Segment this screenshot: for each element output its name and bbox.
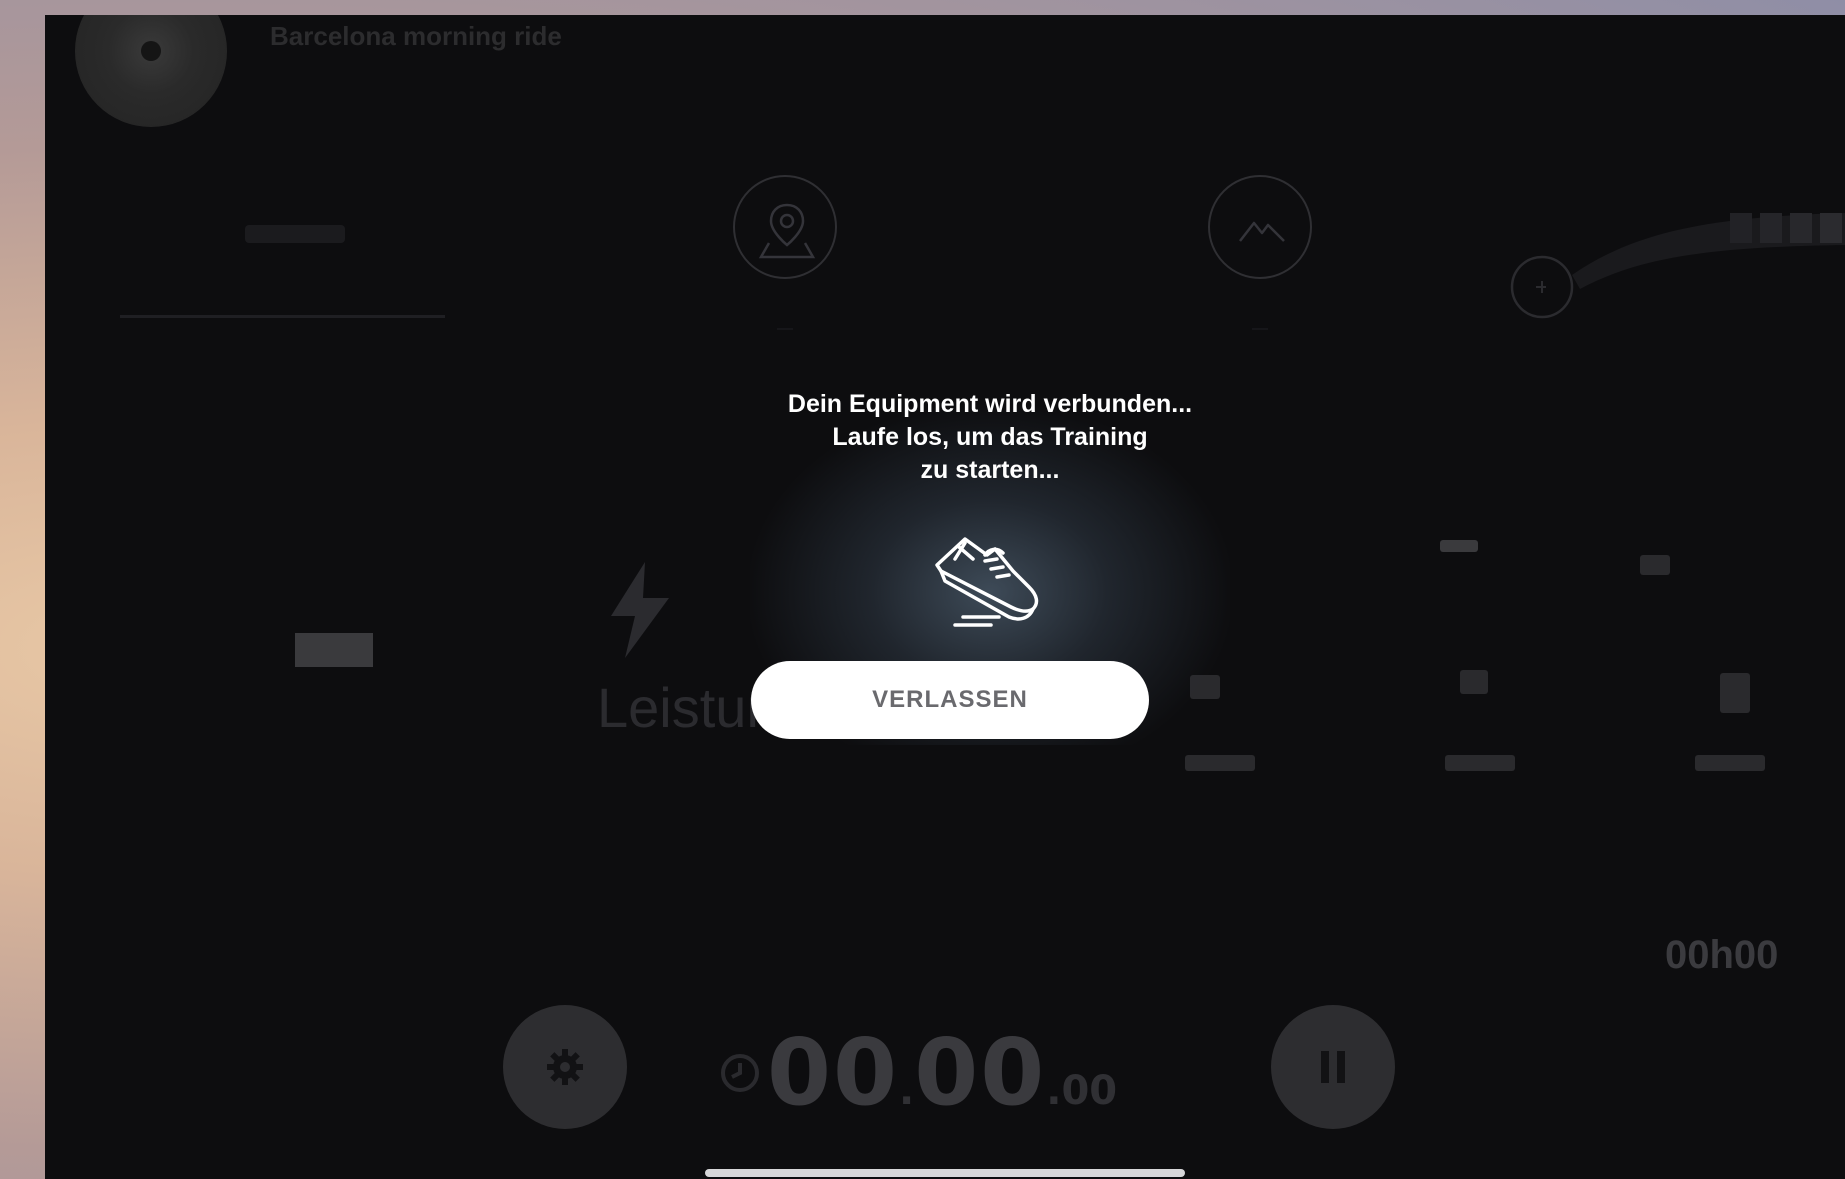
metric-caption (1445, 755, 1515, 771)
metric-indicator (1720, 673, 1750, 713)
elapsed-time-readout: 00h00 (1665, 933, 1779, 977)
pause-icon (1321, 1051, 1345, 1083)
speed-gauge-arc (1510, 213, 1845, 319)
tab-elevation[interactable] (1208, 175, 1312, 279)
metric-caption (1185, 755, 1255, 771)
metric-indicator (1440, 540, 1478, 552)
metric-indicator (1460, 670, 1488, 694)
gear-icon (547, 1049, 583, 1085)
dialog-line-2: Laufe los, um das Training (832, 423, 1148, 451)
exit-button[interactable]: VERLASSEN (751, 661, 1149, 739)
active-tab-underline (120, 315, 445, 318)
bolt-icon (611, 562, 669, 658)
metric-caption (1695, 755, 1765, 771)
thumbnail-center (141, 41, 161, 61)
timer-separator: . (899, 1068, 915, 1114)
connecting-dialog-message: Dein Equipment wird verbunden... Laufe l… (705, 388, 1275, 487)
pause-button[interactable] (1271, 1005, 1395, 1129)
settings-button[interactable] (503, 1005, 627, 1129)
timer-seconds: 00 (914, 1019, 1047, 1126)
timer-minutes: 00 (767, 1019, 900, 1126)
workout-timer: 00.00.00 (715, 1019, 1117, 1126)
map-pin-icon (758, 203, 816, 259)
metric-indicator (1640, 555, 1670, 575)
tab-elevation-label: — (1252, 320, 1268, 337)
workout-screen: Barcelona morning ride — — Leistung 00h0… (45, 15, 1845, 1179)
timer-hundredths: 00 (1061, 1068, 1118, 1114)
mountain-icon (1239, 221, 1285, 242)
dialog-line-1: Dein Equipment wird verbunden... (787, 390, 1193, 418)
tab-metrics[interactable] (245, 225, 345, 243)
workout-thumbnail[interactable] (75, 15, 227, 127)
dialog-line-3: zu starten... (920, 456, 1060, 484)
metric-value-placeholder (295, 633, 373, 667)
home-indicator[interactable] (705, 1169, 1185, 1177)
tab-map[interactable] (733, 175, 837, 279)
tab-map-label: — (777, 320, 793, 337)
running-shoe-icon (935, 537, 1039, 627)
workout-title: Barcelona morning ride (270, 21, 562, 51)
timer-separator: . (1046, 1068, 1062, 1114)
